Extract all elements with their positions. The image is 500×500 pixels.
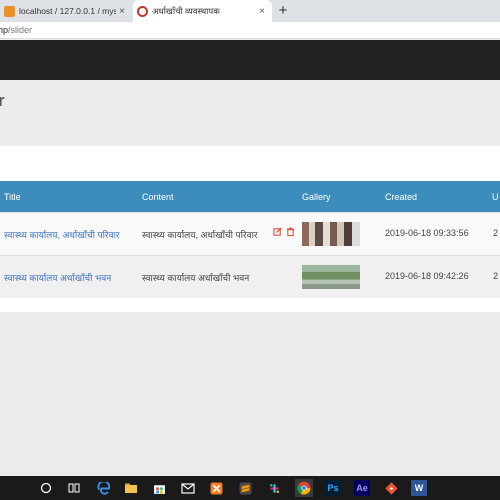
column-header-gallery[interactable]: Gallery — [302, 192, 331, 202]
slider-table-card: Title Content Gallery Created U स्वास्थ्… — [0, 146, 500, 312]
windows-taskbar: Ps Ae W — [0, 476, 500, 500]
after-effects-icon[interactable]: Ae — [354, 480, 370, 496]
row-content: स्वास्थ्य कार्यालय, अर्धाखाँची परिवार — [142, 230, 258, 240]
search-icon[interactable] — [38, 480, 54, 496]
store-icon[interactable] — [151, 480, 167, 496]
browser-tab-active[interactable]: अर्धाखाँची व्यवस्थापक × — [133, 0, 272, 22]
new-tab-button[interactable]: + — [276, 2, 290, 19]
column-header-updated[interactable]: U — [492, 192, 499, 202]
url-host: hp — [0, 25, 9, 35]
column-header-created[interactable]: Created — [385, 192, 417, 202]
sublime-icon[interactable] — [237, 480, 253, 496]
table-row: स्वास्थ्य कार्यालय अर्धाखाँची भवन स्वास्… — [0, 255, 500, 298]
slack-icon[interactable] — [266, 480, 282, 496]
word-icon[interactable]: W — [411, 480, 427, 496]
gallery-thumbnail[interactable] — [302, 265, 360, 289]
tab-title: अर्धाखाँची व्यवस्थापक — [152, 5, 220, 16]
photoshop-icon[interactable]: Ps — [325, 480, 341, 496]
column-header-title[interactable]: Title — [4, 192, 21, 202]
url-text[interactable]: hp/slider — [0, 25, 32, 35]
browser-tab-strip: localhost / 127.0.0.1 / mysystem × अर्धा… — [0, 0, 500, 22]
task-view-icon[interactable] — [66, 480, 82, 496]
row-content: स्वास्थ्य कार्यालय अर्धाखाँची भवन — [142, 273, 250, 283]
row-created: 2019-06-18 09:42:26 — [385, 271, 469, 281]
chrome-icon[interactable] — [295, 479, 313, 497]
file-explorer-icon[interactable] — [123, 480, 139, 496]
row-title-link[interactable]: स्वास्थ्य कार्यालय अर्धाखाँची भवन — [4, 271, 111, 284]
close-tab-icon[interactable]: × — [116, 6, 128, 17]
url-path: /slider — [8, 25, 33, 35]
row-updated: 2 — [493, 228, 499, 238]
mail-icon[interactable] — [180, 480, 196, 496]
edge-icon[interactable] — [95, 480, 111, 496]
table-header: Title Content Gallery Created U — [0, 181, 500, 212]
git-icon[interactable] — [383, 480, 399, 496]
row-title-link[interactable]: स्वास्थ्य कार्यालय, अर्धाखाँची परिवार — [4, 228, 120, 241]
row-updated: 2 — [493, 271, 499, 281]
top-navbar — [0, 40, 500, 80]
xampp-icon[interactable] — [208, 480, 224, 496]
column-header-content[interactable]: Content — [142, 192, 174, 202]
phpmyadmin-icon — [4, 5, 15, 17]
tab-title: localhost / 127.0.0.1 / mysystem — [19, 6, 116, 16]
table-row: स्वास्थ्य कार्यालय, अर्धाखाँची परिवार स्… — [0, 212, 500, 255]
close-tab-icon[interactable]: × — [256, 6, 268, 17]
address-bar[interactable]: hp/slider — [0, 22, 500, 39]
edit-icon[interactable] — [273, 227, 282, 236]
browser-tab-phpmyadmin[interactable]: localhost / 127.0.0.1 / mysystem × — [0, 0, 132, 22]
gallery-thumbnail[interactable] — [302, 222, 360, 246]
row-actions — [273, 227, 295, 236]
delete-icon[interactable] — [286, 227, 295, 236]
nepal-emblem-icon — [137, 5, 148, 17]
row-created: 2019-06-18 09:33:56 — [385, 228, 469, 238]
page-title: r — [0, 91, 5, 110]
